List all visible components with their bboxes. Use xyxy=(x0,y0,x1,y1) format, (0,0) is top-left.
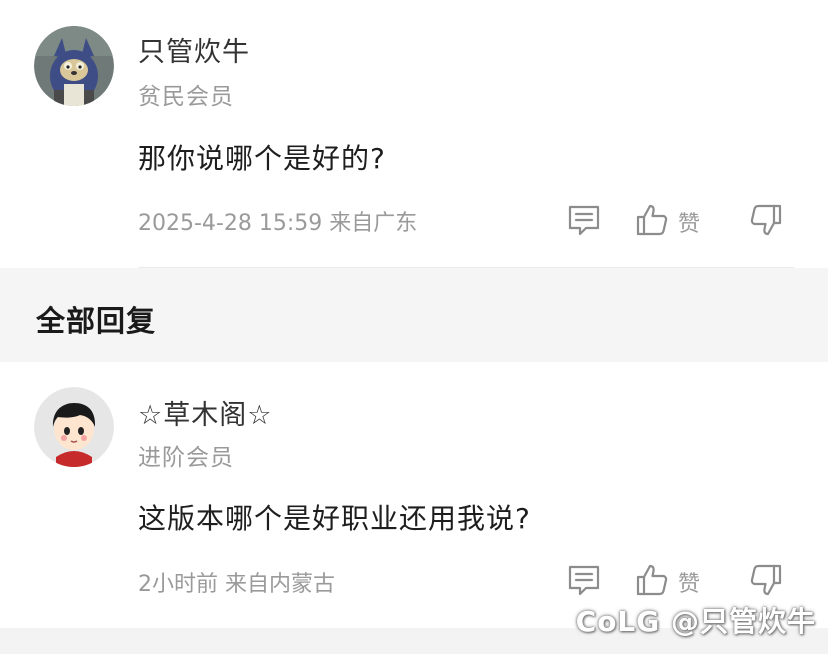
avatar[interactable] xyxy=(34,26,114,106)
cartoon-kid-avatar-icon xyxy=(34,387,114,467)
reply-item: ☆草木阁☆ 进阶会员 这版本哪个是好职业还用我说? 2小时前 来自内蒙古 赞 xyxy=(0,362,828,628)
dislike-button[interactable] xyxy=(748,202,784,238)
comment-icon xyxy=(568,205,600,236)
like-label: 赞 xyxy=(678,572,701,597)
dislike-button[interactable] xyxy=(748,562,784,598)
top-comment: 只管炊牛 贫民会员 那你说哪个是好的? 2025-4-28 15:59 来自广东… xyxy=(0,0,828,268)
watermark: CoLG @只管炊牛 xyxy=(575,605,816,638)
all-replies-header: 全部回复 xyxy=(0,268,828,362)
thumbs-up-icon xyxy=(636,564,668,596)
thumbs-up-icon xyxy=(636,204,668,236)
comment-actions: 赞 xyxy=(0,560,828,600)
username[interactable]: 只管炊牛 xyxy=(138,30,250,69)
reply-button[interactable] xyxy=(566,562,602,598)
reply-button[interactable] xyxy=(566,202,602,238)
member-level-badge: 进阶会员 xyxy=(138,445,234,471)
username[interactable]: ☆草木阁☆ xyxy=(138,393,272,432)
comment-icon xyxy=(568,565,600,596)
avatar[interactable] xyxy=(34,387,114,467)
thumbs-down-icon xyxy=(750,564,782,596)
comment-detail-page: 只管炊牛 贫民会员 那你说哪个是好的? 2025-4-28 15:59 来自广东… xyxy=(0,0,828,654)
comment-actions: 赞 xyxy=(0,200,828,240)
member-level-badge: 贫民会员 xyxy=(138,84,234,110)
comment-text: 这版本哪个是好职业还用我说? xyxy=(138,502,531,535)
like-label: 赞 xyxy=(678,212,701,237)
section-title: 全部回复 xyxy=(36,304,157,338)
thumbs-down-icon xyxy=(750,204,782,236)
comment-text: 那你说哪个是好的? xyxy=(138,142,386,175)
cartoon-cat-avatar-icon xyxy=(34,26,114,106)
